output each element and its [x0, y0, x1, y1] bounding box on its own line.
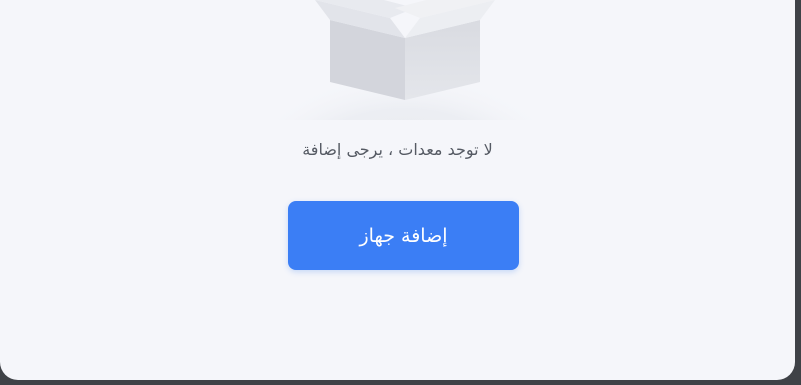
add-device-button[interactable]: إضافة جهاز [288, 201, 519, 270]
empty-state-message: لا توجد معدات ، يرجى إضافة [302, 140, 493, 159]
empty-box-icon [255, 0, 555, 120]
empty-state-card: لا توجد معدات ، يرجى إضافة إضافة جهاز [0, 0, 795, 380]
